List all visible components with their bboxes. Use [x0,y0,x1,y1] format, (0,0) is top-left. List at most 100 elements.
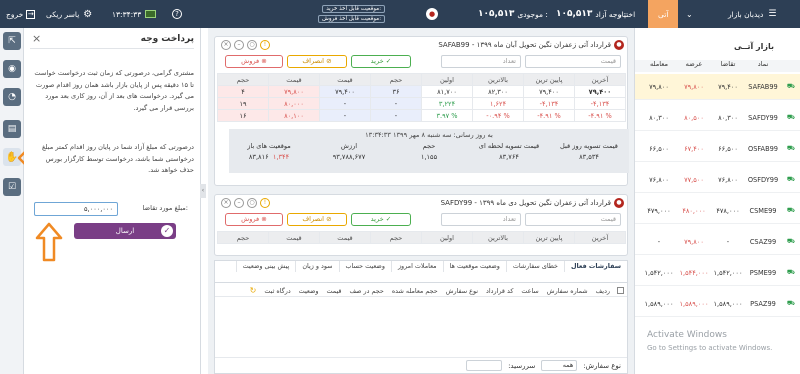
ask-cell: ۱,۵۸۹,۰۰۰ [679,299,709,308]
due-select[interactable] [466,360,503,371]
bid-cell: ۷۶,۸۰۰ [718,175,738,184]
restore-icon[interactable]: ○ [247,198,257,208]
buy-volume-header: حجم [370,73,422,86]
exit-icon: → [26,9,36,19]
buy-button[interactable]: خرید ✓ [351,55,411,68]
bid-cell: ۱,۵۴۲,۰۰۰ [713,268,743,277]
order-type-label: نوع سفارش: [583,361,621,370]
market-watch-menu[interactable]: دیدبان بازار ☰ [728,0,776,28]
amount-label: مبلغ مورد تقاضا: [142,204,189,212]
select-all-checkbox[interactable] [617,287,624,294]
tab-option[interactable]: اختیار [618,0,635,28]
table-cell: -۴.۹۱ % [574,109,626,122]
close-icon[interactable]: × [221,198,231,208]
send-button[interactable]: ارسال ✓ [74,223,176,239]
tab-forecast[interactable]: پیش بینی وضعیت [235,261,296,272]
sell-price-header: قیمت [268,231,320,244]
market-row[interactable]: ⛟ CSAZ99 - ۷۹,۸۰۰ - [635,229,800,255]
high-header: بالاترین [472,231,524,244]
symbol-cell: CSME99 [749,206,777,215]
table-cell: ۷۹,۴۰۰ [574,85,626,98]
tab-profit-loss[interactable]: سود و زیان [295,261,338,272]
high-header: بالاترین [472,73,524,86]
market-row[interactable]: ⛟ SAFDY99 ۸۰,۳۰۰ ۸۰,۵۰۰ ۸۰,۳۰۰ [635,105,800,131]
cart-icon[interactable]: ⛟ [781,299,800,308]
market-row[interactable]: ⛟ SAFAB99 ۷۹,۴۰۰ ۷۹,۸۰۰ ۷۹,۸۰۰ [635,74,800,100]
minimize-icon[interactable]: – [234,40,244,50]
last-header: آخرین [574,231,626,244]
symbol-cell: PSAZ99 [750,299,776,308]
buy-button[interactable]: خرید ✓ [351,213,411,226]
tab-futures-label: آتی [658,9,669,19]
collapse-handle-icon[interactable]: ‹ [200,184,206,198]
info-icon[interactable]: ! [260,198,270,208]
price-input[interactable]: قیمت [525,213,621,226]
market-row[interactable]: ⛟ PSAZ99 ۱,۵۸۹,۰۰۰ ۱,۵۸۹,۰۰۰ ۱,۵۸۹,۰۰۰ [635,291,800,317]
table-row: ۴ ۷۹,۸۰۰ ۷۹,۴۰۰ ۳۶ ۸۱,۷۰۰ ۸۲,۳۰۰ ۷۹,۴۰۰ … [217,85,626,98]
money-icon[interactable]: ▤ [3,120,21,138]
cart-icon[interactable]: ⛟ [781,237,800,246]
cancel-button[interactable]: انصراف ⊘ [287,55,347,68]
balance-value: ۱۰۵,۵۱۳ [478,9,515,19]
info-icon[interactable]: ! [260,40,270,50]
order-type-select[interactable]: همه [541,360,578,371]
contract-card-safab: ● SAFAB99 - قرارداد آتی زعفران نگین تحوی… [214,36,629,186]
symbol-cell: SAFDY99 [748,113,778,122]
quantity-input[interactable]: تعداد [441,55,521,68]
stat-label: حجم [422,142,436,150]
payment-notice-1: مشتری گرامی، درصورتی که زمان ثبت درخواست… [34,69,194,112]
table-cell: - [370,97,422,110]
stat-value: ۱,۱۵۵ [420,153,438,161]
table-cell: ۱۶ [217,109,269,122]
watermark-subtitle: Go to Settings to activate Windows. [647,344,773,352]
tab-positions[interactable]: وضعیت موقعیت ها [442,261,506,272]
trade-cell: ۷۶,۸۰۰ [649,175,669,184]
amount-input[interactable]: ۵,۰۰۰,۰۰۰ [34,202,118,216]
market-row[interactable]: ⛟ OSFAB99 ۶۶,۵۰۰ ۶۷,۴۰۰ ۶۶,۵۰۰ [635,136,800,162]
tab-order-errors[interactable]: خطای سفارشات [505,261,564,272]
help-icon[interactable]: ? [172,0,182,28]
export-icon[interactable]: ⇱ [3,32,21,50]
refresh-icon[interactable]: ↻ [250,286,257,295]
cart-icon[interactable]: ⛟ [781,82,800,91]
market-row[interactable]: ⛟ PSME99 ۱,۵۴۲,۰۰۰ ۱,۵۴۴,۰۰۰ ۱,۵۴۲,۰۰۰ [635,260,800,286]
checklist-icon[interactable]: ☑ [3,178,21,196]
restore-icon[interactable]: ○ [247,40,257,50]
tab-futures[interactable]: آتی [648,0,679,28]
exit-button[interactable]: خروج → [6,0,36,28]
market-title: بازار آتــی [733,42,774,51]
cart-icon[interactable]: ⛟ [781,113,800,122]
symbol-cell: OSFDY99 [747,175,779,184]
sell-button[interactable]: فروش ⊗ [225,55,283,68]
close-icon[interactable]: × [221,40,231,50]
orders-tabs: سفارشات فعال خطای سفارشات وضعیت موقعیت ه… [215,261,627,283]
table-cell: ۸۱,۷۰۰ [421,85,473,98]
price-input[interactable]: قیمت [525,55,621,68]
wallet-icon[interactable]: ◉ [3,60,21,78]
column-header: حجم در صف [349,286,384,295]
column-header: درگاه ثبت [264,286,291,295]
market-row[interactable]: ⛟ OSFDY99 ۷۶,۸۰۰ ۷۷,۵۰۰ ۷۶,۸۰۰ [635,167,800,193]
user-menu[interactable]: یاسر ریکی ⚙ [46,0,92,28]
tab-todays-trades[interactable]: معاملات امروز [390,261,443,272]
close-icon[interactable]: × [32,32,41,45]
cart-icon[interactable]: ⛟ [781,144,800,153]
position-buy: موقعیت قابل اخذ خرید: [322,5,386,13]
sell-label: فروش [241,215,260,223]
tab-account-status[interactable]: وضعیت حساب [338,261,391,272]
cart-icon[interactable]: ⛟ [781,206,800,215]
stat-value: ۸۳,۸۱۶ [248,153,269,161]
table-cell: -۴.۹۱ % [523,109,575,122]
cart-icon[interactable]: ⛟ [781,175,800,184]
cart-icon[interactable]: ⛟ [781,268,800,277]
sell-button[interactable]: فروش ⊗ [225,213,283,226]
cancel-button[interactable]: انصراف ⊘ [287,213,347,226]
tab-active-orders[interactable]: سفارشات فعال [563,261,627,272]
pie-chart-icon[interactable]: ◔ [3,88,21,106]
settlement-stats: به روز رسانی: سه شنبه ۸ مهر ۱۳۹۹ ۱۳:۳۴:۳… [229,129,629,173]
quantity-input[interactable]: تعداد [441,213,521,226]
sell-volume-header: حجم [217,231,269,244]
minimize-icon[interactable]: – [234,198,244,208]
market-row[interactable]: ⛟ CSME99 ۴۷۸,۰۰۰ ۴۸۰,۰۰۰ ۴۷۹,۰۰۰ [635,198,800,224]
chevron-down-icon[interactable]: ⌄ [686,0,693,28]
